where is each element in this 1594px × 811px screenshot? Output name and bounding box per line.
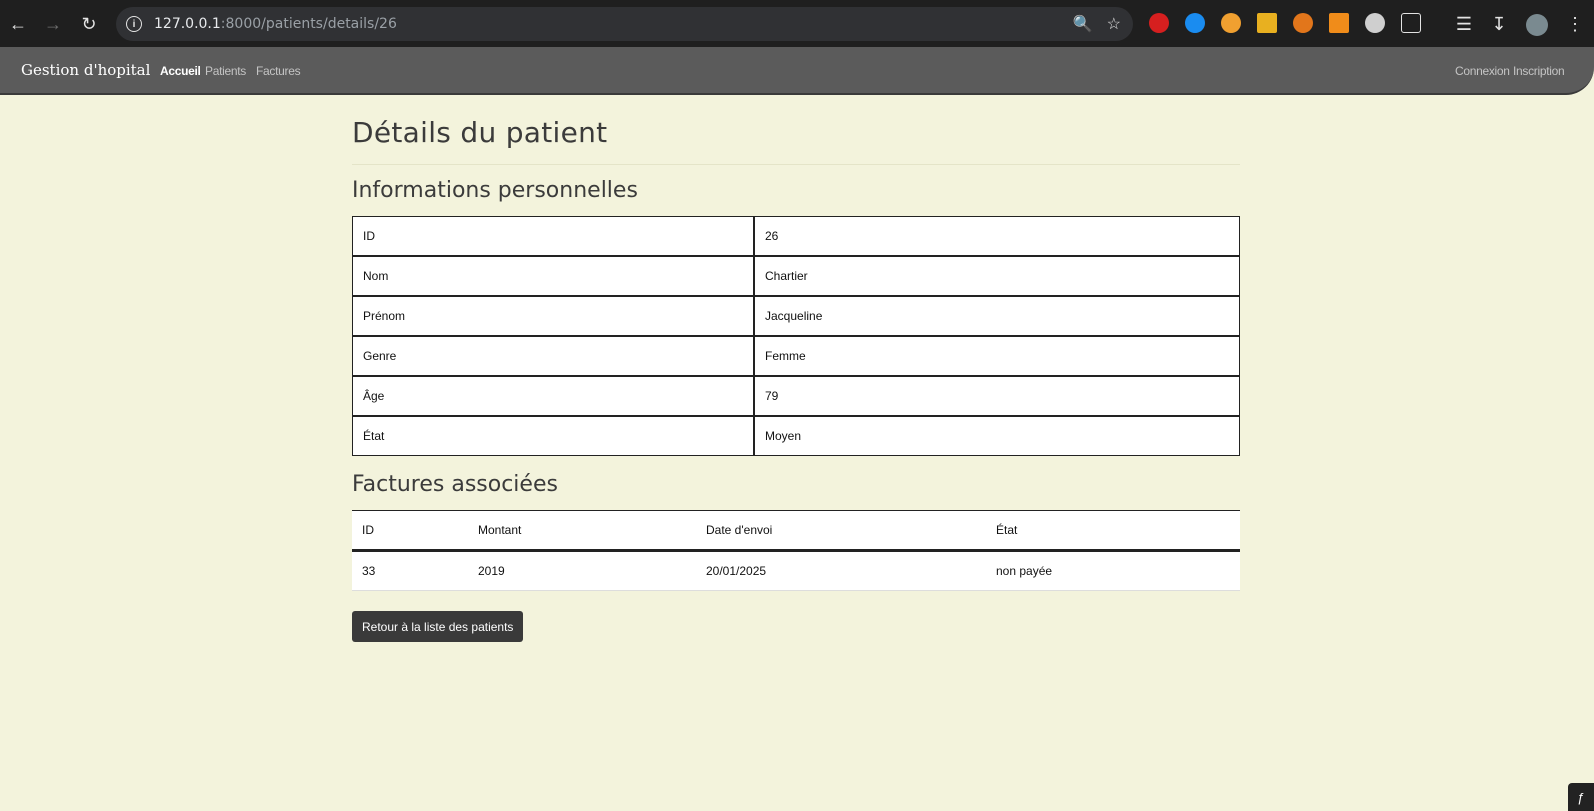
back-to-patients-button[interactable]: Retour à la liste des patients — [352, 611, 524, 642]
shazam-extension-icon[interactable] — [1185, 13, 1205, 33]
bookmark-star-icon[interactable]: ☆ — [1107, 14, 1121, 34]
extension-icon[interactable] — [1365, 13, 1385, 33]
reload-icon[interactable]: ↻ — [71, 6, 107, 42]
forward-arrow-icon[interactable]: → — [35, 6, 71, 42]
column-header-montant: Montant — [468, 510, 696, 552]
info-key: ID — [352, 216, 754, 256]
puzzle-extensions-icon[interactable] — [1401, 13, 1421, 33]
info-value: Femme — [754, 336, 1240, 376]
info-key: État — [352, 416, 754, 456]
column-header-id: ID — [352, 510, 468, 552]
url-path: :8000/patients/details/26 — [220, 16, 397, 32]
pen-extension-icon[interactable] — [1257, 13, 1277, 33]
info-key: Prénom — [352, 296, 754, 336]
info-key: Âge — [352, 376, 754, 416]
moon-extension-icon[interactable] — [1221, 13, 1241, 33]
url-host: 127.0.0.1 — [154, 16, 221, 32]
column-header-etat: État — [986, 510, 1240, 552]
info-key: Nom — [352, 256, 754, 296]
invoices-heading: Factures associées — [352, 472, 558, 497]
table-row: État Moyen — [352, 416, 1240, 456]
invoices-table: ID Montant Date d'envoi État 33 2019 20/… — [352, 510, 1240, 591]
info-value: Chartier — [754, 256, 1240, 296]
info-value: Jacqueline — [754, 296, 1240, 336]
invoice-amount: 2019 — [468, 550, 696, 591]
table-row: Prénom Jacqueline — [352, 296, 1240, 336]
table-row: Âge 79 — [352, 376, 1240, 416]
zoom-icon[interactable]: 🔍 — [1073, 14, 1093, 34]
nav-link-accueil[interactable]: Accueil — [160, 64, 201, 78]
nav-link-connexion[interactable]: Connexion — [1455, 64, 1510, 78]
back-arrow-icon[interactable]: ← — [0, 6, 36, 42]
adblock-extension-icon[interactable] — [1149, 13, 1169, 33]
table-row: ID 26 — [352, 216, 1240, 256]
browser-toolbar: ← → ↻ i 127.0.0.1:8000/patients/details/… — [0, 0, 1594, 47]
nav-link-factures[interactable]: Factures — [256, 64, 301, 78]
info-key: Genre — [352, 336, 754, 376]
table-row: Genre Femme — [352, 336, 1240, 376]
invoice-date: 20/01/2025 — [696, 550, 986, 591]
info-value: 79 — [754, 376, 1240, 416]
app-navbar: Gestion d'hopital Accueil Patients Factu… — [0, 47, 1594, 95]
url-text[interactable]: 127.0.0.1:8000/patients/details/26 — [154, 16, 397, 32]
extensions-bar — [1149, 13, 1437, 33]
ds-extension-icon[interactable] — [1329, 13, 1349, 33]
table-row: 33 2019 20/01/2025 non payée — [352, 550, 1240, 591]
download-icon[interactable]: ↧ — [1481, 6, 1517, 42]
info-value: Moyen — [754, 416, 1240, 456]
invoice-id: 33 — [352, 550, 468, 591]
symfony-toolbar-icon[interactable]: ƒ — [1568, 783, 1594, 811]
profile-avatar[interactable] — [1526, 14, 1548, 36]
table-header-row: ID Montant Date d'envoi État — [352, 510, 1240, 552]
personal-info-table: ID 26 Nom Chartier Prénom Jacqueline Gen… — [352, 216, 1240, 456]
navbar-brand[interactable]: Gestion d'hopital — [21, 61, 150, 79]
table-row: Nom Chartier — [352, 256, 1240, 296]
nav-link-patients[interactable]: Patients — [205, 64, 246, 78]
nav-link-inscription[interactable]: Inscription — [1513, 64, 1565, 78]
invoice-state: non payée — [986, 550, 1240, 591]
title-divider — [352, 164, 1240, 165]
kebab-menu-icon[interactable]: ⋮ — [1557, 6, 1593, 42]
media-queue-icon[interactable]: ☰ — [1446, 6, 1482, 42]
address-bar[interactable]: i 127.0.0.1:8000/patients/details/26 🔍 ☆ — [116, 7, 1133, 41]
column-header-date: Date d'envoi — [696, 510, 986, 552]
info-value: 26 — [754, 216, 1240, 256]
site-info-icon[interactable]: i — [126, 16, 142, 32]
page-title: Détails du patient — [352, 116, 608, 149]
metamask-extension-icon[interactable] — [1293, 13, 1313, 33]
personal-info-heading: Informations personnelles — [352, 178, 638, 203]
